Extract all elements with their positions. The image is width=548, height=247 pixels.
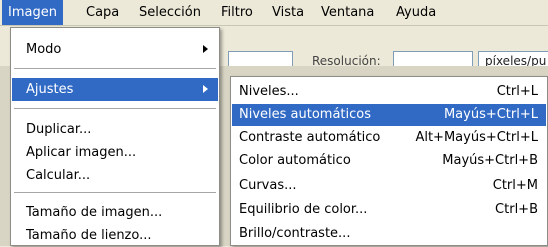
imagen-menu: Modo Ajustes Duplicar... Aplicar imagen.…	[10, 27, 220, 246]
submenu-arrow-icon	[203, 85, 208, 93]
menu-capa[interactable]: Capa	[80, 0, 125, 25]
submenu-item-brillo-contraste[interactable]: Brillo/contraste...	[232, 223, 546, 245]
menu-item-duplicar[interactable]: Duplicar...	[12, 118, 218, 141]
menu-item-label: Ajustes	[26, 82, 74, 97]
submenu-item-color-automatico[interactable]: Color automático Mayús+Ctrl+B	[232, 150, 546, 172]
menu-vista[interactable]: Vista	[266, 0, 310, 25]
submenu-item-curvas[interactable]: Curvas... Ctrl+M	[232, 175, 546, 197]
menu-imagen[interactable]: Imagen	[2, 0, 63, 25]
menu-item-modo[interactable]: Modo	[12, 38, 218, 61]
submenu-arrow-icon	[203, 45, 208, 53]
ajustes-submenu: Niveles... Ctrl+L Niveles automáticos Ma…	[230, 76, 548, 246]
menu-item-label: Calcular...	[26, 168, 91, 183]
shortcut-label: Mayús+Ctrl+B	[442, 153, 538, 168]
menu-item-tamano-lienzo[interactable]: Tamaño de lienzo...	[12, 224, 218, 247]
shortcut-label: Ctrl+L	[496, 84, 538, 99]
menu-separator	[14, 108, 216, 109]
submenu-item-label: Brillo/contraste...	[239, 226, 351, 241]
menu-separator	[14, 68, 216, 69]
submenu-item-equilibrio-color[interactable]: Equilibrio de color... Ctrl+B	[232, 199, 546, 221]
menu-item-label: Aplicar imagen...	[26, 145, 137, 160]
menu-item-aplicar-imagen[interactable]: Aplicar imagen...	[12, 141, 218, 164]
shortcut-label: Ctrl+B	[495, 202, 538, 217]
submenu-item-label: Equilibrio de color...	[239, 202, 368, 217]
menu-seleccion[interactable]: Selección	[133, 0, 207, 25]
menu-bar: Imagen Capa Selección Filtro Vista Venta…	[0, 0, 548, 26]
shortcut-label: Mayús+Ctrl+L	[443, 107, 538, 122]
shortcut-label: Alt+Mayús+Ctrl+L	[415, 130, 538, 145]
submenu-item-label: Niveles automáticos	[239, 107, 372, 122]
menu-item-label: Tamaño de imagen...	[26, 205, 163, 220]
submenu-item-label: Curvas...	[239, 178, 297, 193]
shortcut-label: Ctrl+M	[492, 178, 538, 193]
menu-item-calcular[interactable]: Calcular...	[12, 164, 218, 187]
submenu-item-contraste-automatico[interactable]: Contraste automático Alt+Mayús+Ctrl+L	[232, 127, 546, 149]
menu-separator	[14, 192, 216, 193]
submenu-item-label: Niveles...	[239, 84, 299, 99]
menu-item-label: Modo	[26, 42, 62, 57]
menu-item-ajustes[interactable]: Ajustes	[12, 78, 218, 101]
menu-ventana[interactable]: Ventana	[315, 0, 380, 25]
menu-ayuda[interactable]: Ayuda	[390, 0, 442, 25]
submenu-item-niveles[interactable]: Niveles... Ctrl+L	[232, 81, 546, 103]
menu-filtro[interactable]: Filtro	[215, 0, 259, 25]
submenu-item-niveles-automaticos[interactable]: Niveles automáticos Mayús+Ctrl+L	[232, 104, 546, 126]
submenu-item-label: Color automático	[239, 153, 351, 168]
menu-item-tamano-imagen[interactable]: Tamaño de imagen...	[12, 201, 218, 224]
menu-item-label: Duplicar...	[26, 122, 92, 137]
submenu-item-label: Contraste automático	[239, 130, 381, 145]
menu-item-label: Tamaño de lienzo...	[26, 228, 152, 243]
